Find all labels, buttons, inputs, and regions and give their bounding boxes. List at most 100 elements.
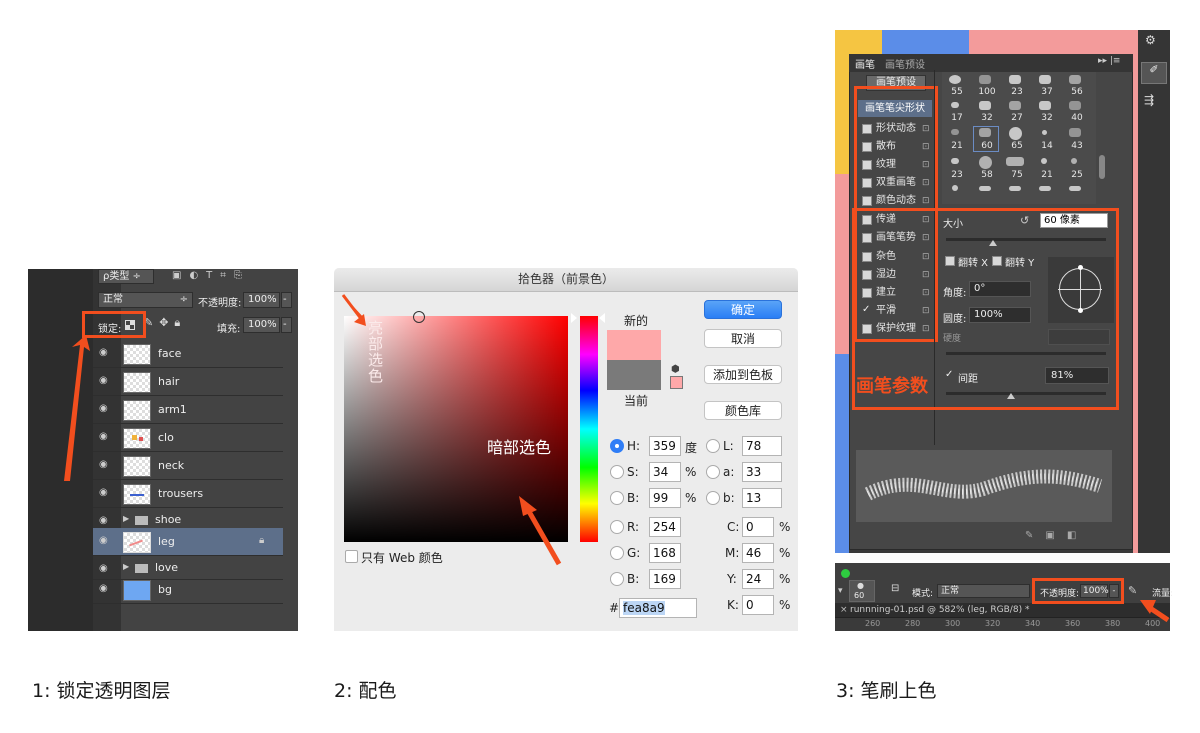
layer-row-arm1[interactable]: ◉ arm1: [93, 396, 283, 424]
blue-radio[interactable]: [610, 572, 624, 586]
black-field[interactable]: 0: [742, 595, 774, 615]
saturation-field[interactable]: 34: [649, 462, 681, 482]
layer-row-leg-selected[interactable]: ◉ leg 🔒︎: [93, 528, 283, 556]
web-only-checkbox[interactable]: [345, 550, 358, 563]
brightness-field[interactable]: 99: [649, 488, 681, 508]
brush-tip-thumb[interactable]: [951, 129, 959, 135]
lab-l-field[interactable]: 78: [742, 436, 782, 456]
yellow-field[interactable]: 24: [742, 569, 774, 589]
brush-tip-thumb[interactable]: [949, 75, 961, 84]
grid-scrollbar[interactable]: [1099, 155, 1105, 179]
panel-bottom-icons[interactable]: ✎▣◧: [1025, 530, 1088, 541]
hue-slider[interactable]: [580, 316, 598, 542]
brush-tip-thumb[interactable]: [1039, 186, 1051, 191]
red-field[interactable]: 254: [649, 517, 681, 537]
magenta-field[interactable]: 46: [742, 543, 774, 563]
eye-icon[interactable]: ◉: [99, 348, 111, 358]
filter-icons[interactable]: ▣◐T⌗⎘: [172, 270, 250, 281]
tool-preset-arrow[interactable]: ▾: [838, 586, 843, 596]
blue-field[interactable]: 169: [649, 569, 681, 589]
gamut-cube-icon[interactable]: ⬢: [671, 364, 680, 375]
brush-tip-thumb[interactable]: [1069, 186, 1081, 191]
brush-tip-thumb[interactable]: [1069, 101, 1081, 110]
brush-tip-thumb[interactable]: [1039, 101, 1051, 110]
brush-tip-thumb[interactable]: [979, 128, 991, 137]
hue-field[interactable]: 359: [649, 436, 681, 456]
color-libraries-button[interactable]: 颜色库: [704, 401, 782, 420]
cancel-button[interactable]: 取消: [704, 329, 782, 348]
doc-close-icon[interactable]: ×: [840, 605, 848, 615]
brush-tip-thumb[interactable]: [1009, 75, 1021, 84]
eye-icon[interactable]: ◉: [99, 376, 111, 386]
layer-row-trousers[interactable]: ◉ trousers: [93, 480, 283, 508]
brush-panel-icon[interactable]: ⊟: [891, 583, 899, 594]
layer-row-clo[interactable]: ◉ clo: [93, 424, 283, 452]
green-field[interactable]: 168: [649, 543, 681, 563]
saturation-radio[interactable]: [610, 465, 624, 479]
eye-icon[interactable]: ◉: [99, 460, 111, 470]
web-safe-swatch[interactable]: [670, 376, 683, 389]
brush-tip-thumb[interactable]: [1009, 186, 1021, 191]
color-cursor[interactable]: [413, 311, 425, 323]
layer-row-hair[interactable]: ◉ hair: [93, 368, 283, 396]
eye-icon[interactable]: ◉: [99, 516, 111, 526]
brush-tip-thumb[interactable]: [1069, 128, 1081, 137]
ok-button[interactable]: 确定: [704, 300, 782, 319]
add-to-swatches-button[interactable]: 添加到色板: [704, 365, 782, 384]
brush-tip-thumb[interactable]: [1039, 75, 1051, 84]
brush-tip-thumb[interactable]: [1042, 130, 1047, 135]
brush-tip-thumb[interactable]: [979, 186, 991, 191]
brush-preset-picker[interactable]: ● 60: [849, 580, 875, 602]
opacity-field[interactable]: 100%: [243, 292, 280, 308]
expand-triangle-icon[interactable]: ▶: [123, 562, 129, 571]
window-green-dot[interactable]: [841, 569, 850, 578]
tab-brush[interactable]: 画笔: [855, 56, 875, 71]
hue-radio[interactable]: [610, 439, 624, 453]
brush-tip-thumb[interactable]: [1006, 157, 1024, 166]
lab-l-radio[interactable]: [706, 439, 720, 453]
tab-brush-presets[interactable]: 画笔预设: [885, 56, 925, 71]
layer-row-bg[interactable]: ◉ bg: [93, 576, 283, 604]
lab-a-field[interactable]: 33: [742, 462, 782, 482]
layer-row-face[interactable]: ◉ face: [93, 340, 283, 368]
lab-b-field[interactable]: 13: [742, 488, 782, 508]
brush-tip-thumb[interactable]: [979, 101, 991, 110]
lock-icons[interactable]: ✎✥🔒︎: [144, 316, 186, 330]
brush-tip-thumb[interactable]: [951, 102, 959, 108]
brush-tip-thumb[interactable]: [1041, 158, 1047, 164]
brush-tip-thumb[interactable]: [1071, 158, 1077, 164]
blend-mode-select[interactable]: 正常 ÷: [98, 292, 193, 308]
fill-field[interactable]: 100%: [243, 317, 280, 333]
layer-row-neck[interactable]: ◉ neck: [93, 452, 283, 480]
brush-tip-thumb[interactable]: [979, 75, 991, 84]
brush-tip-thumb[interactable]: [979, 156, 992, 169]
eye-icon[interactable]: ◉: [99, 536, 111, 546]
green-radio[interactable]: [610, 546, 624, 560]
panel-menu-icon[interactable]: ▸▸ |≡: [1098, 56, 1120, 66]
brush-tip-thumb[interactable]: [1069, 75, 1081, 84]
brush-tip-thumb[interactable]: [1009, 101, 1021, 110]
brush-tip-thumb[interactable]: [951, 158, 959, 164]
eye-icon[interactable]: ◉: [99, 432, 111, 442]
hex-field[interactable]: fea8a9: [619, 598, 697, 618]
eye-icon[interactable]: ◉: [99, 564, 111, 574]
eye-icon[interactable]: ◉: [99, 488, 111, 498]
layer-filter-select[interactable]: ρ类型 ÷: [98, 269, 154, 284]
cyan-field[interactable]: 0: [742, 517, 774, 537]
hue-left-marker[interactable]: [571, 313, 577, 323]
opacity-dropdown[interactable]: -: [281, 292, 292, 308]
tool-icon[interactable]: ⚙: [1145, 33, 1156, 47]
brush-tip-thumb[interactable]: [1009, 127, 1022, 140]
red-radio[interactable]: [610, 520, 624, 534]
document-tab[interactable]: runnning-01.psd @ 582% (leg, RGB/8) *: [850, 605, 1029, 615]
current-color-swatch[interactable]: [607, 360, 661, 390]
brush-preset-icon[interactable]: ⇶: [1144, 93, 1154, 107]
brush-tip-grid[interactable]: 55 100 23 37 56 17 32 27 32 40 21 60 65 …: [942, 72, 1096, 204]
fill-dropdown[interactable]: -: [281, 317, 292, 333]
eye-icon[interactable]: ◉: [99, 584, 111, 594]
lab-b-radio[interactable]: [706, 491, 720, 505]
expand-triangle-icon[interactable]: ▶: [123, 514, 129, 523]
mode-select[interactable]: 正常: [937, 584, 1030, 598]
lab-a-radio[interactable]: [706, 465, 720, 479]
brush-tip-thumb[interactable]: [952, 185, 958, 191]
